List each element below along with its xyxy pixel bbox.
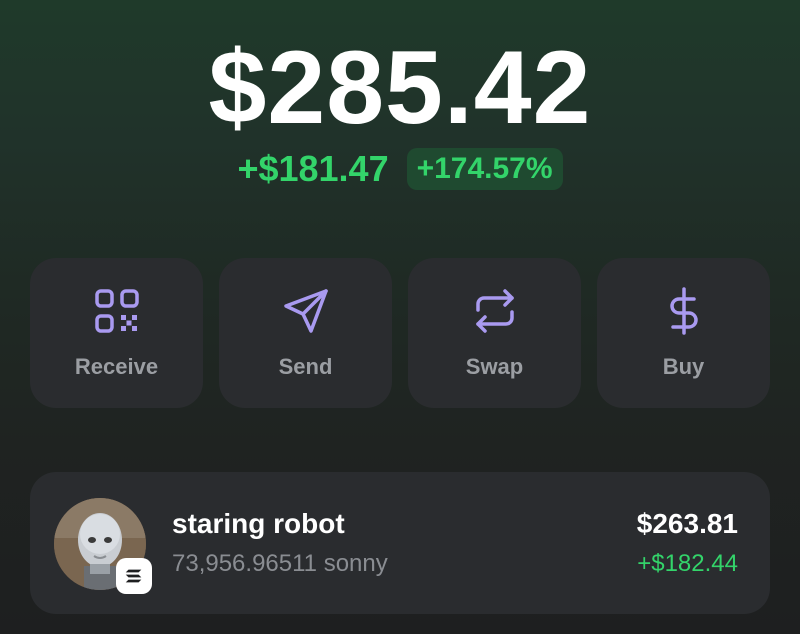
send-button[interactable]: Send	[219, 258, 392, 408]
send-label: Send	[278, 354, 333, 379]
solana-chain-icon	[116, 558, 152, 594]
token-change: +$182.44	[637, 550, 738, 577]
balance-change-row: +$181.47 +174.57%	[0, 148, 800, 190]
token-value: $263.81	[636, 508, 738, 539]
token-amount: 73,956.96511 sonny	[172, 550, 388, 577]
buy-button[interactable]: Buy	[597, 258, 770, 408]
receive-button[interactable]: Receive	[30, 258, 203, 408]
balance-change-amount: +$181.47	[237, 148, 389, 189]
balance-change-percent-badge: +174.57%	[406, 148, 563, 190]
action-bar: Receive Send Swap Buy	[30, 258, 770, 408]
buy-label: Buy	[662, 354, 705, 379]
dollar-icon	[659, 286, 709, 336]
token-row[interactable]: staring robot 73,956.96511 sonny $263.81…	[30, 472, 770, 614]
qr-code-icon	[92, 286, 142, 336]
send-icon	[281, 286, 331, 336]
receive-label: Receive	[74, 354, 159, 379]
balance-total: $285.42	[208, 30, 592, 146]
token-name: staring robot	[172, 508, 345, 539]
swap-button[interactable]: Swap	[408, 258, 581, 408]
swap-label: Swap	[465, 354, 524, 379]
swap-icon	[470, 286, 520, 336]
